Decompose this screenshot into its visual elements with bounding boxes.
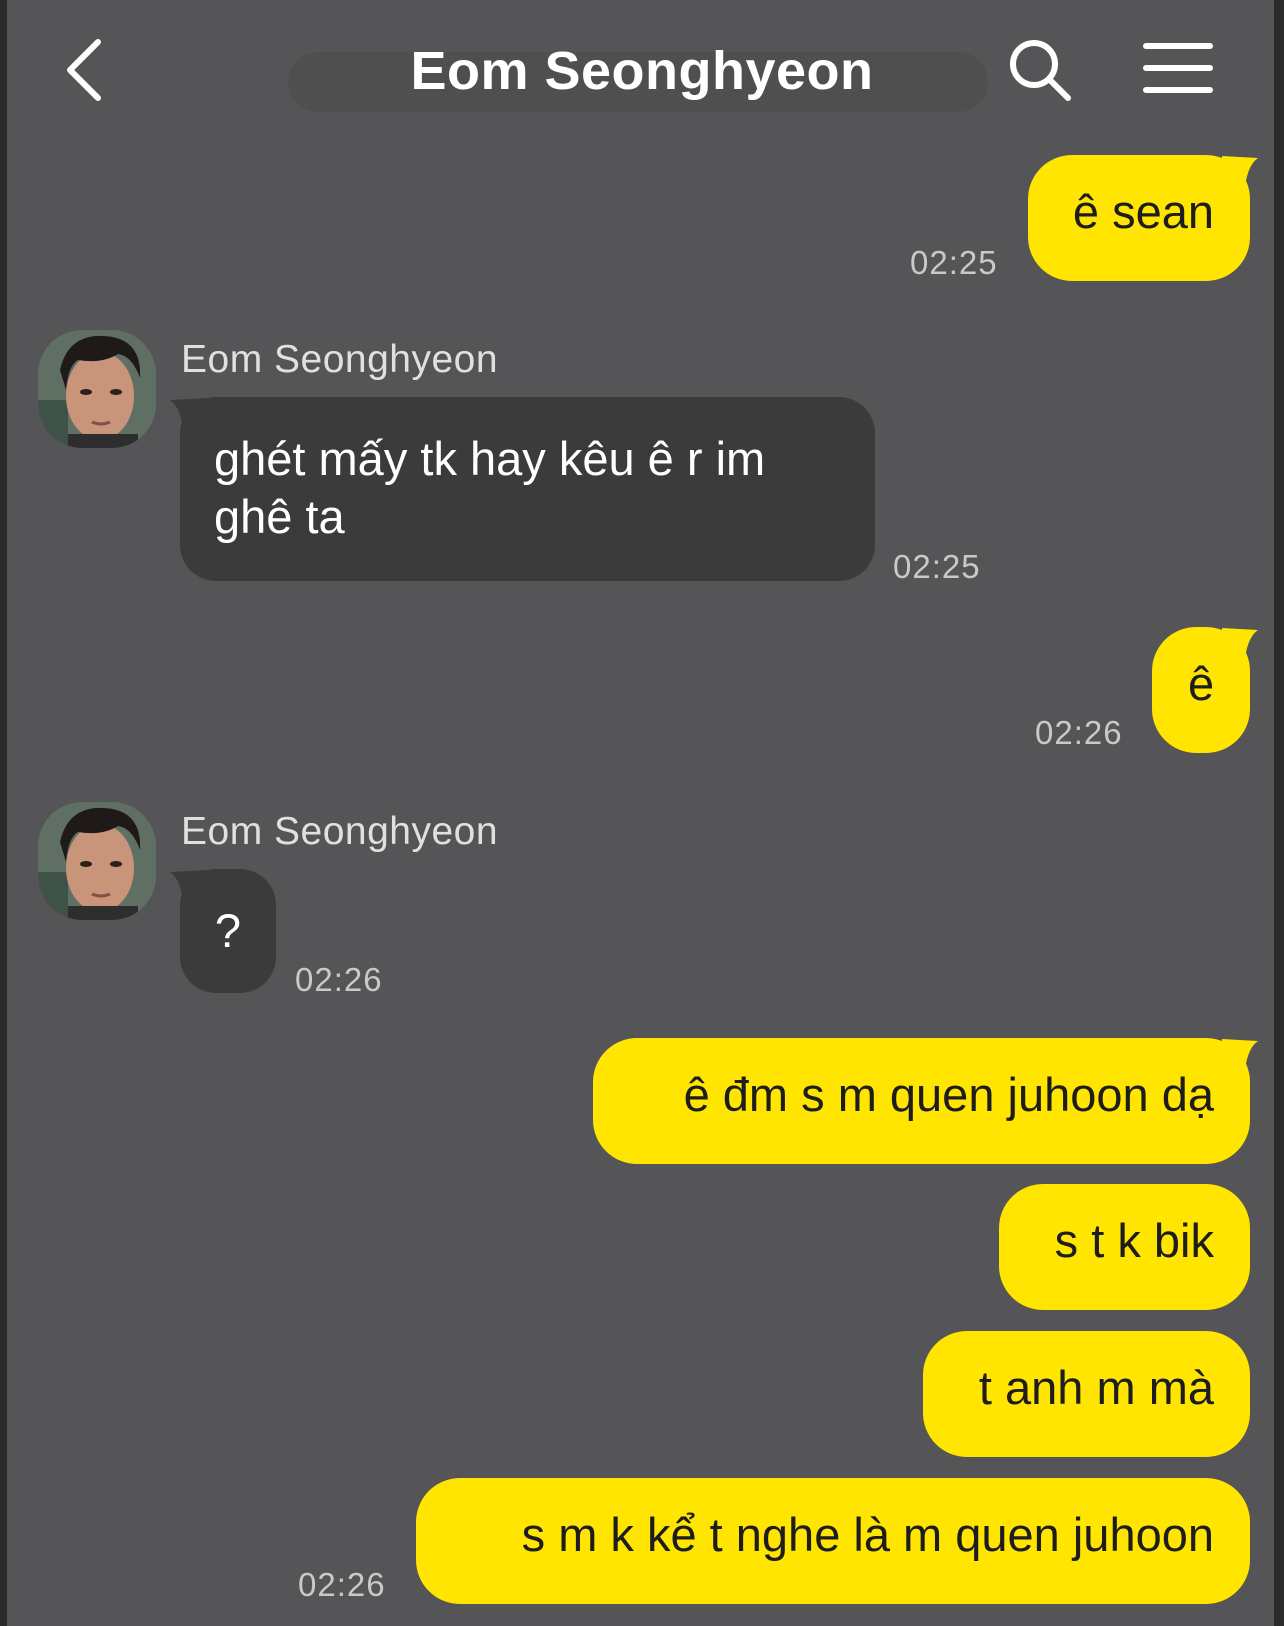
screen-edge-left — [0, 0, 7, 1626]
avatar-photo — [38, 330, 156, 448]
sender-name: Eom Seonghyeon — [181, 810, 499, 853]
chat-title: Eom Seonghyeon — [410, 41, 874, 101]
message-time: 02:25 — [910, 244, 998, 281]
message-text: s t k bik — [1054, 1214, 1214, 1267]
avatar-photo — [38, 802, 156, 920]
my-message-bubble[interactable]: s t k bik — [999, 1184, 1250, 1310]
their-message-bubble[interactable]: ghét mấy tk hay kêu ê r im ghê ta — [180, 397, 875, 581]
message-text-line: ghê ta — [214, 490, 345, 543]
message-time: 02:26 — [295, 961, 383, 998]
search-icon — [1010, 40, 1071, 101]
message-text: ê đm s m quen juhoon dạ — [683, 1068, 1214, 1121]
hamburger-menu-icon — [1143, 43, 1213, 93]
message-text: s m k kể t nghe là m quen juhoon — [521, 1508, 1214, 1561]
avatar[interactable] — [38, 330, 156, 448]
menu-button[interactable] — [1142, 40, 1214, 100]
sender-name: Eom Seonghyeon — [181, 338, 499, 381]
my-message-bubble[interactable]: t anh m mà — [923, 1331, 1250, 1457]
message-text: t anh m mà — [978, 1361, 1214, 1414]
message-time: 02:25 — [893, 548, 981, 585]
bubble-tail — [1222, 1039, 1258, 1079]
message-text: ê — [1188, 657, 1215, 710]
bubble-tail — [1222, 156, 1258, 196]
my-message-bubble[interactable]: ê đm s m quen juhoon dạ — [593, 1038, 1250, 1164]
bubble-tail — [1222, 628, 1258, 668]
screen-edge-right — [1274, 0, 1284, 1626]
avatar[interactable] — [38, 802, 156, 920]
their-message-bubble[interactable]: ? — [180, 869, 276, 993]
my-message-bubble[interactable]: s m k kể t nghe là m quen juhoon — [416, 1478, 1250, 1604]
my-message-bubble[interactable]: ê sean — [1028, 155, 1250, 281]
message-time: 02:26 — [1035, 714, 1123, 751]
message-time: 02:26 — [298, 1566, 386, 1603]
message-text: ? — [214, 904, 242, 957]
search-button[interactable] — [1008, 38, 1074, 104]
message-text-line: ghét mấy tk hay kêu ê r im — [214, 432, 766, 485]
chat-screen: Eom Seonghyeon 02:25 ê sean Eom Seonghye… — [0, 0, 1284, 1626]
message-text: ê sean — [1072, 185, 1214, 238]
